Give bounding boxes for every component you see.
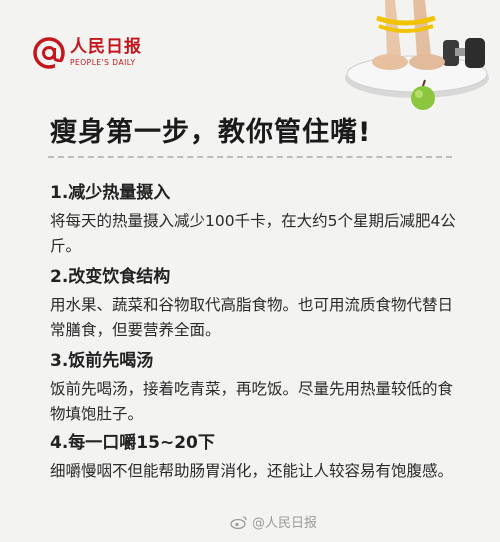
- scale-feet-photo: [345, 0, 489, 110]
- tip-body: 用水果、蔬菜和谷物取代高脂食物。也可用流质食物代替日常膳食，但要营养全面。: [50, 296, 454, 339]
- page-title: 瘦身第一步，教你管住嘴!: [50, 117, 372, 148]
- tip-body: 饭前先喝汤，接着吃青菜，再吃饭。尽量先用热量较低的食物填饱肚子。: [50, 380, 454, 423]
- at-sign-logo-icon: [32, 36, 66, 70]
- tip-section-3: 3.饭前先喝汤 饭前先喝汤，接着吃青菜，再吃饭。尽量先用热量较低的食物填饱肚子。: [50, 346, 460, 427]
- tip-heading: 3.饭前先喝汤: [50, 351, 154, 371]
- tip-body: 将每天的热量摄入减少100千卡，在大约5个星期后减肥4公斤。: [50, 212, 456, 255]
- tip-heading: 1.减少热量摄入: [50, 183, 171, 203]
- watermark-text: @人民日报: [252, 516, 318, 531]
- weibo-watermark: @人民日报: [230, 512, 317, 531]
- logo-name-en: PEOPLE'S DAILY: [70, 58, 136, 68]
- tip-section-2: 2.改变饮食结构 用水果、蔬菜和谷物取代高脂食物。也可用流质食物代替日常膳食，但…: [50, 262, 460, 343]
- tip-heading: 4.每一口嚼15~20下: [50, 433, 215, 453]
- tip-section-4: 4.每一口嚼15~20下 细嚼慢咽不但能帮助肠胃消化，还能让人较容易有饱腹感。: [50, 428, 460, 484]
- tip-section-1: 1.减少热量摄入 将每天的热量摄入减少100千卡，在大约5个星期后减肥4公斤。: [50, 178, 460, 259]
- tip-body: 细嚼慢咽不但能帮助肠胃消化，还能让人较容易有饱腹感。: [50, 462, 454, 480]
- logo-name-cn: 人民日报: [70, 37, 142, 58]
- tip-heading: 2.改变饮食结构: [50, 267, 171, 287]
- dashed-divider: [48, 156, 452, 158]
- weibo-icon: [230, 515, 247, 529]
- people-daily-logo: 人民日报 PEOPLE'S DAILY: [32, 36, 142, 70]
